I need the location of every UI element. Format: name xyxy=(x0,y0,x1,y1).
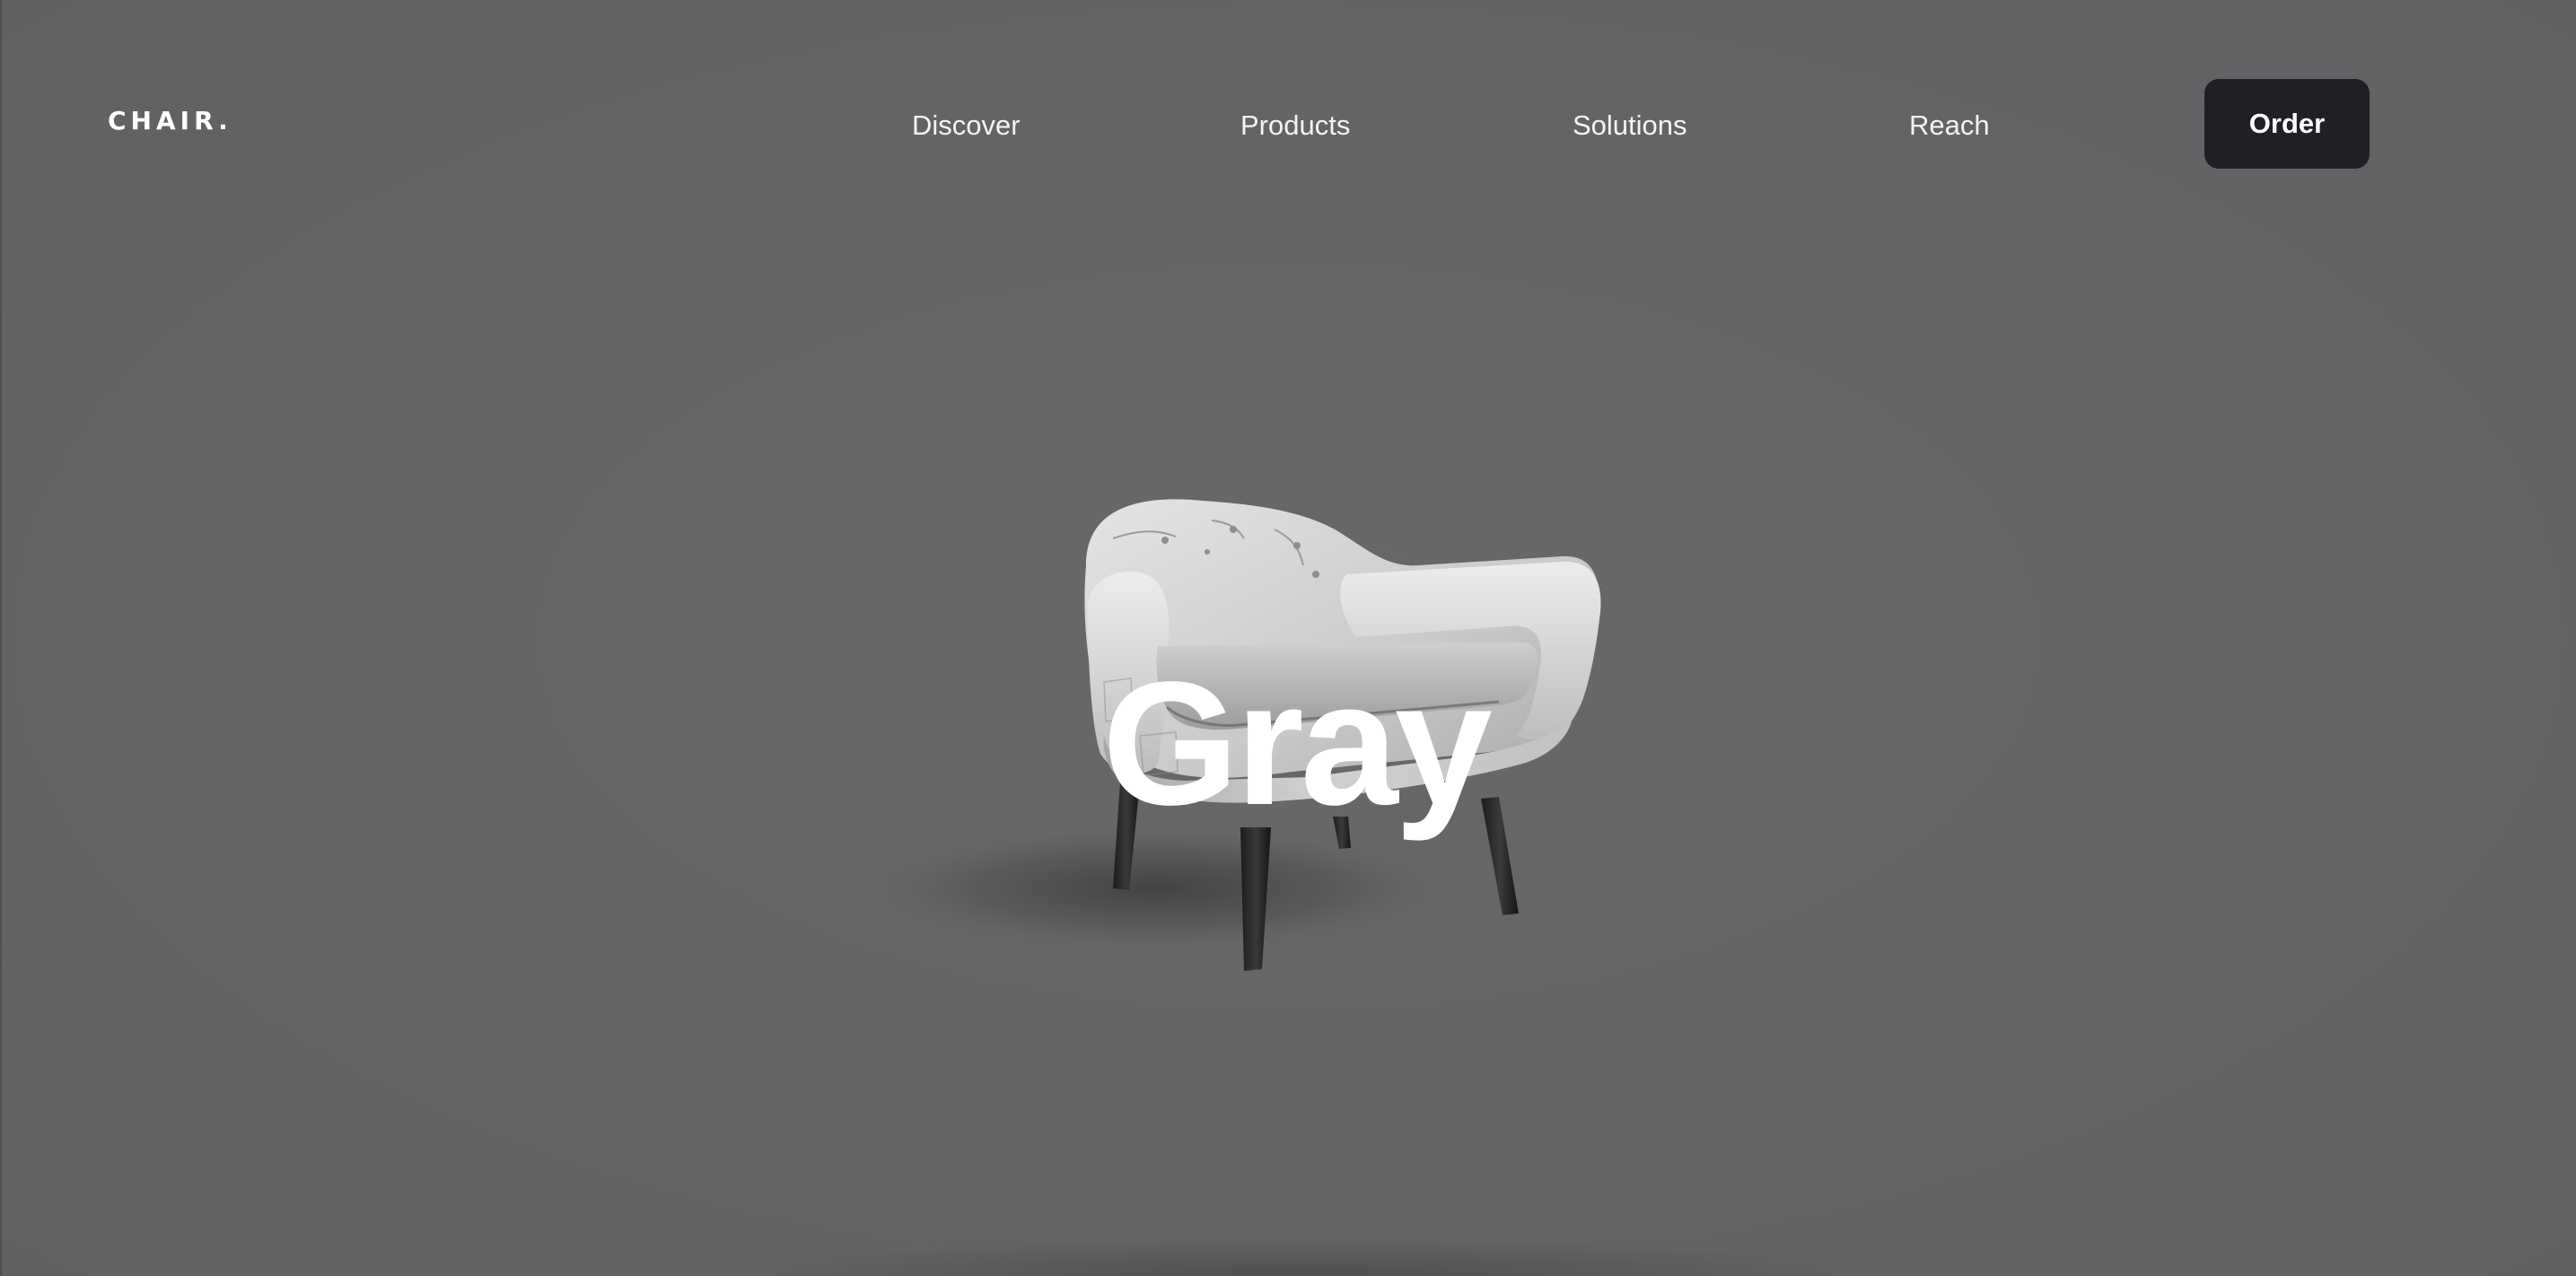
floor-shadow xyxy=(718,1238,1885,1276)
nav-link-discover[interactable]: Discover xyxy=(912,109,1021,142)
order-button[interactable]: Order xyxy=(2204,79,2370,169)
hero-title: Gray xyxy=(1102,645,1493,843)
main-nav: Discover Products Solutions Reach xyxy=(0,101,2576,147)
page-edge xyxy=(0,0,2,1276)
nav-link-reach[interactable]: Reach xyxy=(1909,109,1990,142)
nav-link-products[interactable]: Products xyxy=(1240,109,1350,142)
nav-link-solutions[interactable]: Solutions xyxy=(1573,109,1687,142)
